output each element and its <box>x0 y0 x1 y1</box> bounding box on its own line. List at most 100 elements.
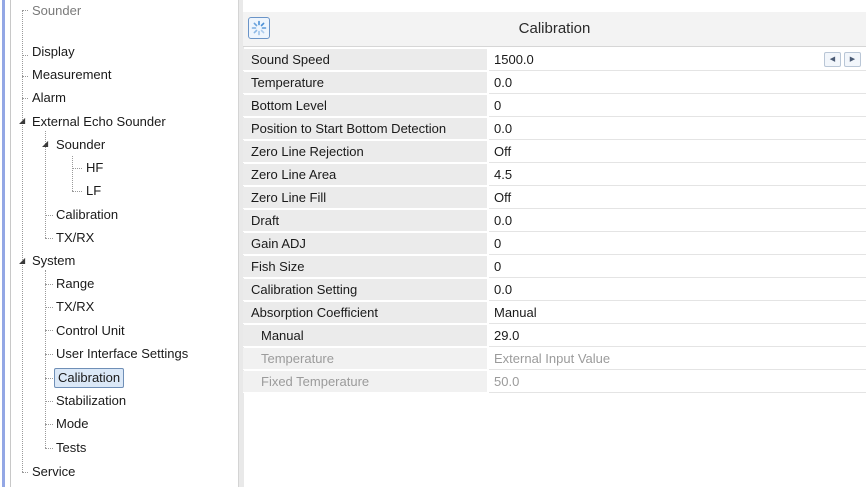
triangle-expanded-icon[interactable]: ◢ <box>19 116 25 126</box>
panel-header: Calibration <box>243 12 866 47</box>
chevron-left-icon[interactable]: ◀ <box>824 52 841 67</box>
tree-item-label: Sounder <box>32 3 82 18</box>
property-name: Temperature <box>243 72 487 94</box>
property-row-zero-line-area[interactable]: Zero Line Area 4.5 <box>243 164 866 187</box>
property-name: Temperature <box>243 348 487 370</box>
edge-accent <box>2 0 5 487</box>
property-row-zero-line-rejection[interactable]: Zero Line Rejection Off <box>243 141 866 164</box>
tree-connector <box>22 10 28 11</box>
property-name: Gain ADJ <box>243 233 487 255</box>
property-name: Calibration Setting <box>243 279 487 301</box>
property-row-absorption-coefficient[interactable]: Absorption Coefficient Manual <box>243 302 866 325</box>
tree-connector <box>45 448 53 449</box>
property-value[interactable]: 0.0 <box>489 118 866 140</box>
property-row-fish-size[interactable]: Fish Size 0 <box>243 256 866 279</box>
property-name: Draft <box>243 210 487 232</box>
tree-item-label: Control Unit <box>56 323 125 338</box>
property-name: Absorption Coefficient <box>243 302 487 324</box>
tree-item-label: Tests <box>56 440 87 455</box>
property-row-zero-line-fill[interactable]: Zero Line Fill Off <box>243 187 866 210</box>
tree-item-label: Alarm <box>32 90 66 105</box>
property-value[interactable]: 0 <box>489 95 866 117</box>
property-row-draft[interactable]: Draft 0.0 <box>243 210 866 233</box>
triangle-expanded-icon[interactable]: ◢ <box>19 256 25 266</box>
tree-item-label: Range <box>56 276 95 291</box>
property-value: 50.0 <box>489 371 866 393</box>
tree-item-range[interactable]: Range <box>54 273 96 294</box>
tree-item-label: External Echo Sounder <box>32 114 166 129</box>
property-row-temperature[interactable]: Temperature 0.0 <box>243 72 866 95</box>
tree-item-label: HF <box>86 160 104 175</box>
tree-item-label: User Interface Settings <box>56 346 189 361</box>
property-value[interactable]: 0 <box>489 233 866 255</box>
tree-connector <box>72 191 82 192</box>
tree-item-ext-calibration[interactable]: Calibration <box>54 204 120 225</box>
tree-item-system[interactable]: System <box>30 250 77 271</box>
tree-connector <box>22 10 23 472</box>
top-margin <box>243 0 866 12</box>
tree-item-external-echo-sounder[interactable]: External Echo Sounder <box>30 111 168 132</box>
property-value[interactable]: 0.0 <box>489 279 866 301</box>
tree-item-label: TX/RX <box>56 230 95 245</box>
tree-item-label: LF <box>86 183 102 198</box>
tree-item-label: Service <box>32 464 76 479</box>
tree-item-label: Sounder <box>56 137 106 152</box>
window-edge <box>0 0 11 487</box>
tree-connector <box>45 284 53 285</box>
tree-item-control-unit[interactable]: Control Unit <box>54 320 127 341</box>
tree-item-label: System <box>32 253 76 268</box>
tree-item-label: Measurement <box>32 67 112 82</box>
property-name: Fish Size <box>243 256 487 278</box>
tree-connector <box>45 215 53 216</box>
tree-item-display[interactable]: Display <box>30 41 77 62</box>
property-value[interactable]: 0.0 <box>489 72 866 94</box>
tree-item-service[interactable]: Service <box>30 461 77 482</box>
property-value[interactable]: 0.0 <box>489 210 866 232</box>
tree-item-label: TX/RX <box>56 299 95 314</box>
tree-item-sounder[interactable]: Sounder <box>30 0 83 21</box>
property-row-sub-temperature: Temperature External Input Value <box>243 348 866 371</box>
tree-item-system-calibration[interactable]: Calibration <box>54 367 125 388</box>
property-value: External Input Value <box>489 348 866 370</box>
tree-item-hf[interactable]: HF <box>84 157 105 178</box>
tree-item-alarm[interactable]: Alarm <box>30 87 68 108</box>
property-value[interactable]: 4.5 <box>489 164 866 186</box>
triangle-expanded-icon[interactable]: ◢ <box>42 139 48 149</box>
tree-connector <box>22 55 28 56</box>
tree-item-system-txrx[interactable]: TX/RX <box>54 296 96 317</box>
tree-connector <box>45 378 53 379</box>
property-value[interactable]: 0 <box>489 256 866 278</box>
chevron-right-icon[interactable]: ▶ <box>844 52 861 67</box>
tree-item-ext-txrx[interactable]: TX/RX <box>54 227 96 248</box>
tree-item-user-interface-settings[interactable]: User Interface Settings <box>54 343 190 364</box>
tree-connector <box>45 307 53 308</box>
property-value[interactable]: Off <box>489 187 866 209</box>
tree-item-lf[interactable]: LF <box>84 180 103 201</box>
tree-item-measurement[interactable]: Measurement <box>30 64 113 85</box>
property-row-bottom-level[interactable]: Bottom Level 0 <box>243 95 866 118</box>
tree-item-mode[interactable]: Mode <box>54 413 91 434</box>
tree-connector <box>72 156 73 191</box>
property-row-start-bottom-detection[interactable]: Position to Start Bottom Detection 0.0 <box>243 118 866 141</box>
property-name: Zero Line Area <box>243 164 487 186</box>
property-value[interactable]: Manual <box>489 302 866 324</box>
property-value-input[interactable]: 1500.0 ◀ ▶ <box>489 49 866 71</box>
property-name: Fixed Temperature <box>243 371 487 393</box>
value-stepper: ◀ ▶ <box>824 52 862 67</box>
tree-connector <box>45 424 53 425</box>
tree-item-stabilization[interactable]: Stabilization <box>54 390 128 411</box>
tree-item-label: Display <box>32 44 75 59</box>
tree-connector <box>22 472 28 473</box>
property-value[interactable]: 29.0 <box>489 325 866 347</box>
tree-connector <box>22 76 28 77</box>
property-row-sound-speed[interactable]: Sound Speed 1500.0 ◀ ▶ <box>243 49 866 72</box>
property-row-gain-adj[interactable]: Gain ADJ 0 <box>243 233 866 256</box>
tree-item-ext-sounder[interactable]: Sounder <box>54 134 107 155</box>
property-value[interactable]: Off <box>489 141 866 163</box>
page-title: Calibration <box>518 20 591 37</box>
property-row-manual[interactable]: Manual 29.0 <box>243 325 866 348</box>
tree-connector <box>45 354 53 355</box>
property-row-calibration-setting[interactable]: Calibration Setting 0.0 <box>243 279 866 302</box>
tree-item-tests[interactable]: Tests <box>54 437 88 458</box>
property-name: Zero Line Rejection <box>243 141 487 163</box>
